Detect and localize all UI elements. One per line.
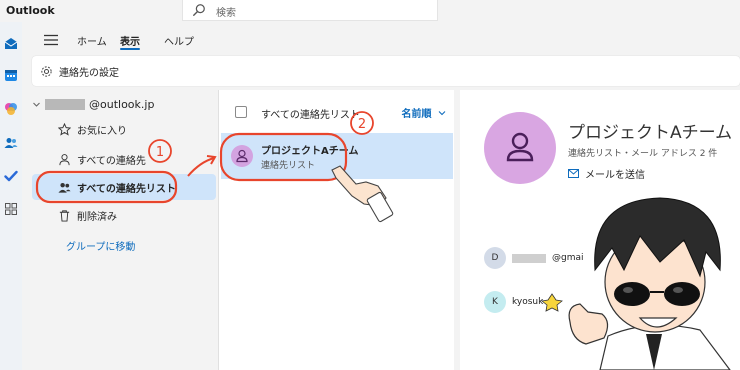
chevron-down-icon	[438, 111, 446, 116]
list-item[interactable]: プロジェクトAチーム 連絡先リスト	[221, 133, 453, 179]
folder-item-label: すべての連絡先リスト	[77, 183, 176, 195]
member-email: @gmai	[552, 253, 584, 263]
member-avatar: K	[484, 291, 506, 313]
account-header[interactable]: @outlook.jp	[32, 96, 154, 112]
people-app-icon[interactable]	[4, 136, 18, 150]
folder-pane: @outlook.jp お気に入り すべての連絡先 すべての連絡先リスト 削除済…	[22, 90, 218, 370]
member-email: kyosuk	[512, 297, 544, 307]
gear-icon	[41, 65, 52, 77]
go-to-groups-link[interactable]: グループに移動	[66, 238, 135, 253]
person-icon	[506, 132, 534, 162]
person-icon	[59, 153, 70, 165]
sort-dropdown[interactable]: 名前順	[402, 105, 446, 120]
calendar-app-icon[interactable]	[4, 68, 18, 82]
todo-app-icon[interactable]	[4, 169, 18, 183]
contact-name: プロジェクトAチーム	[568, 123, 733, 143]
member-name-redacted	[512, 253, 546, 263]
tab-help[interactable]: ヘルプ	[164, 33, 194, 48]
tab-home[interactable]: ホーム	[77, 33, 107, 48]
send-email-label: メールを送信	[585, 170, 645, 181]
search-icon	[193, 4, 205, 16]
folder-item-all-contacts[interactable]: すべての連絡先	[32, 146, 216, 172]
folder-item-all-contact-lists[interactable]: すべての連絡先リスト	[32, 174, 216, 200]
contact-settings-button[interactable]: 連絡先の設定	[40, 63, 119, 79]
member-item[interactable]: D @gmai	[484, 246, 584, 270]
account-name-redacted	[45, 98, 85, 110]
mail-app-icon[interactable]	[4, 37, 18, 51]
contact-avatar	[484, 112, 556, 184]
command-bar: 連絡先の設定	[32, 56, 740, 86]
star-icon	[58, 122, 71, 136]
account-email: @outlook.jp	[89, 97, 155, 111]
sort-label: 名前順	[401, 109, 432, 120]
person-icon	[236, 149, 248, 163]
title-bar: Outlook 検索	[0, 0, 740, 22]
trash-icon	[59, 209, 70, 222]
copilot-app-icon[interactable]	[4, 102, 18, 116]
apps-icon[interactable]	[4, 202, 18, 216]
list-item-name: プロジェクトAチーム	[261, 146, 359, 157]
tab-view[interactable]: 表示	[120, 33, 140, 48]
app-rail	[0, 22, 22, 370]
send-email-button[interactable]: メールを送信	[568, 166, 645, 181]
chevron-down-icon	[33, 102, 40, 107]
folder-item-deleted[interactable]: 削除済み	[32, 202, 216, 228]
active-tab-indicator	[120, 48, 140, 50]
folder-item-favorites[interactable]: お気に入り	[32, 116, 216, 142]
contact-settings-label: 連絡先の設定	[59, 67, 119, 79]
folder-item-label: すべての連絡先	[77, 155, 146, 167]
contact-subtitle: 連絡先リスト・メール アドレス 2 件	[568, 149, 718, 159]
folder-item-label: 削除済み	[77, 211, 117, 223]
search-input[interactable]: 検索	[182, 0, 438, 21]
app-title: Outlook	[6, 4, 55, 17]
mail-icon	[568, 169, 579, 178]
select-all-checkbox[interactable]	[235, 106, 247, 118]
member-avatar: D	[484, 247, 506, 269]
contact-list-pane: すべての連絡先リスト 名前順 プロジェクトAチーム 連絡先リスト	[218, 90, 454, 370]
list-item-subtitle: 連絡先リスト	[261, 161, 316, 171]
avatar	[231, 145, 253, 167]
ribbon: ホーム 表示 ヘルプ 連絡先の設定	[22, 22, 740, 90]
hamburger-menu-icon[interactable]	[44, 34, 58, 46]
search-placeholder: 検索	[216, 8, 236, 19]
people-icon	[58, 182, 71, 193]
member-item[interactable]: K kyosuk	[484, 290, 543, 314]
contact-detail-pane: プロジェクトAチーム 連絡先リスト・メール アドレス 2 件 メールを送信 D …	[460, 90, 740, 370]
list-header-title: すべての連絡先リスト	[261, 110, 360, 121]
folder-item-label: お気に入り	[77, 125, 127, 137]
